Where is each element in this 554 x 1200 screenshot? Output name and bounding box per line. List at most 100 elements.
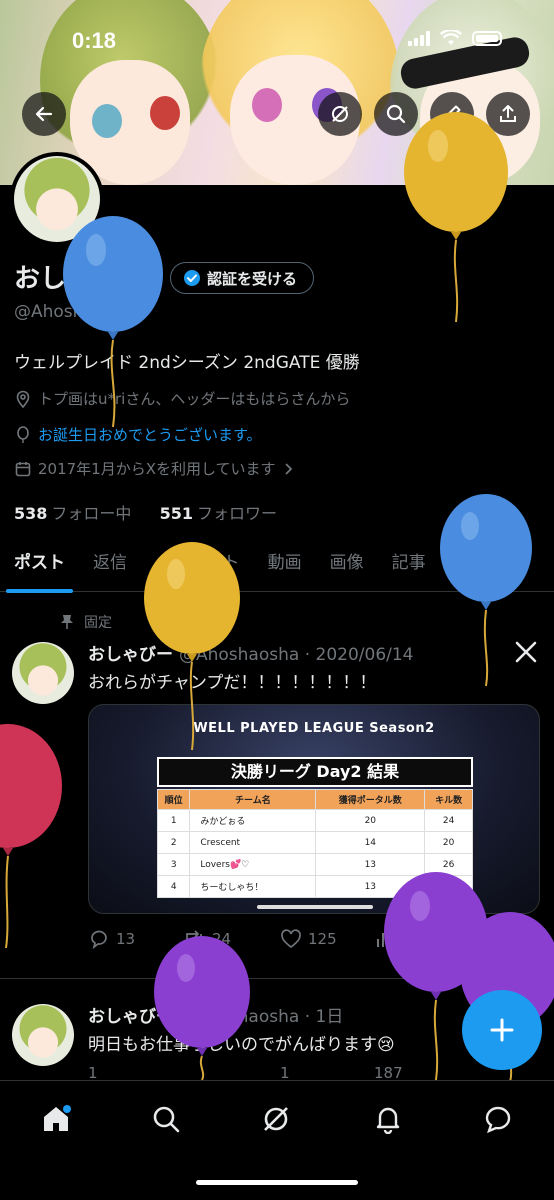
like-count: 125 (308, 930, 337, 948)
grok-button[interactable] (318, 92, 362, 136)
location-text: トプ画はu*riさん、ヘッダーはもはらさんから (38, 390, 351, 408)
table-cell: 13 (315, 853, 426, 876)
views-button[interactable] (374, 929, 394, 949)
profile-birthday[interactable]: お誕生日おめでとうございます。 (14, 424, 262, 445)
media-result-title: 決勝リーグ Day2 結果 (157, 757, 473, 787)
tab-likes[interactable]: いいね (440, 540, 519, 592)
tweet-author-name[interactable]: おしゃびー (88, 645, 173, 665)
share-button[interactable] (486, 92, 530, 136)
chevron-right-icon (284, 462, 292, 475)
calendar-icon (15, 461, 31, 476)
tweet-avatar[interactable] (12, 1004, 74, 1066)
views-button[interactable]: 187 (374, 1066, 403, 1080)
tab-posts[interactable]: ポスト (0, 540, 79, 593)
tweet-text: おれらがチャンプだ！！！！！！！！ (88, 673, 377, 693)
chart-bars-icon (377, 933, 389, 947)
status-time: 0:18 (72, 28, 117, 53)
birthday-balloon (0, 724, 62, 949)
followers-count: 551 (159, 504, 194, 523)
home-indicator (196, 1180, 358, 1185)
following-count: 538 (14, 504, 48, 523)
table-cell: みかどぉる (189, 809, 317, 832)
plus-icon (490, 1018, 514, 1042)
pinned-text: 固定 (84, 615, 112, 631)
table-header: 順位 (156, 789, 191, 810)
nav-search[interactable] (146, 1099, 186, 1139)
retweet-button[interactable]: 24 (182, 928, 280, 950)
profile-tabs: ポスト 返信 ハイライト 動画 画像 記事 いいね (0, 540, 554, 593)
tweet-header: おしゃびー @Ahoshaosha · 2020/06/14 (88, 640, 414, 665)
nav-messages[interactable] (478, 1099, 518, 1139)
table-cell: 2 (156, 831, 191, 854)
status-bar: 0:18 (0, 0, 554, 80)
table-cell: 3 (156, 853, 191, 876)
edit-button[interactable] (430, 92, 474, 136)
reply-button[interactable]: 13 (88, 928, 182, 950)
tab-photos[interactable]: 画像 (316, 540, 378, 592)
search-button[interactable] (374, 92, 418, 136)
compose-post-button[interactable] (462, 990, 542, 1070)
reply-icon (91, 930, 107, 950)
tweet-media-image[interactable]: WELL PLAYED LEAGUE Season2 決勝リーグ Day2 結果… (88, 704, 540, 914)
table-cell: 26 (424, 853, 473, 876)
pin-icon (61, 615, 73, 629)
tab-articles[interactable]: 記事 (378, 540, 440, 592)
reply-button[interactable]: 1 (88, 1066, 182, 1080)
pencil-icon (444, 105, 461, 122)
grok-icon (332, 106, 348, 122)
balloon-icon (17, 425, 29, 443)
table-row: 4 ちーむしゃち！ 13 18 (156, 875, 473, 898)
share-icon[interactable] (512, 928, 534, 950)
tweet-actions: 1 1 187 (88, 1066, 403, 1080)
table-cell: Lovers💕♡ (189, 853, 317, 876)
followers-link[interactable]: 551 フォロワー (160, 504, 277, 523)
profile-handle: @Ahoshaosha (14, 302, 135, 322)
bell-icon (376, 1107, 400, 1134)
back-button[interactable] (22, 92, 66, 136)
tab-replies[interactable]: 返信 (79, 540, 141, 592)
like-button[interactable]: 1 (280, 1066, 374, 1080)
media-result-table: 順位 チーム名 獲得ポータル数 キル数 1 みかどぉる 20 24 2 Cres… (156, 789, 473, 898)
home-icon (44, 1105, 71, 1131)
table-cell: 4 (156, 875, 191, 898)
get-verified-button[interactable]: 認証を受ける (170, 262, 315, 294)
retweet-count: 24 (212, 930, 232, 948)
nav-grok[interactable] (256, 1099, 296, 1139)
follow-stats: 538 フォロー中 551 フォロワー (14, 500, 277, 524)
followers-label: フォロワー (197, 504, 278, 523)
signal-icon (408, 30, 430, 46)
arrow-left-icon (35, 106, 53, 122)
nav-notifications[interactable] (368, 1099, 408, 1139)
tab-highlights[interactable]: ハイライト (141, 540, 254, 592)
profile-location: トプ画はu*riさん、ヘッダーはもはらさんから (14, 388, 350, 409)
retweet-icon (186, 930, 202, 948)
table-cell: 20 (424, 831, 473, 854)
table-row: 2 Crescent 14 20 (156, 831, 473, 854)
profile-bio: ウェルプレイド 2ndシーズン 2ndGATE 優勝 (14, 353, 360, 373)
grok-icon (264, 1107, 288, 1131)
table-cell: 1 (156, 809, 191, 832)
reply-count: 1 (88, 1066, 98, 1080)
x-logo-icon[interactable] (514, 640, 538, 664)
like-button[interactable]: 125 (280, 928, 374, 950)
tab-videos[interactable]: 動画 (254, 540, 316, 592)
table-header: チーム名 (189, 789, 317, 810)
tweet-author-name[interactable]: おしゃびー (88, 1007, 173, 1027)
tweet-text: 明日もお仕事らしいのでがんばります😢 (88, 1035, 395, 1055)
table-cell: 24 (424, 809, 473, 832)
search-icon (153, 1106, 180, 1133)
like-count: 1 (280, 1066, 290, 1080)
view-count: 187 (374, 1066, 403, 1080)
nav-home[interactable] (36, 1099, 76, 1139)
share-icon (500, 105, 516, 122)
profile-joined[interactable]: 2017年1月からXを利用しています (14, 458, 294, 479)
table-row: 3 Lovers💕♡ 13 26 (156, 853, 473, 876)
table-cell: Crescent (189, 831, 317, 854)
profile-avatar[interactable] (10, 152, 104, 246)
reply-count: 13 (116, 930, 136, 948)
table-header: キル数 (424, 789, 473, 810)
tweet-avatar[interactable] (12, 642, 74, 704)
get-verified-label: 認証を受ける (207, 269, 298, 288)
chat-bubble-icon (485, 1106, 511, 1134)
following-link[interactable]: 538 フォロー中 (14, 504, 131, 523)
